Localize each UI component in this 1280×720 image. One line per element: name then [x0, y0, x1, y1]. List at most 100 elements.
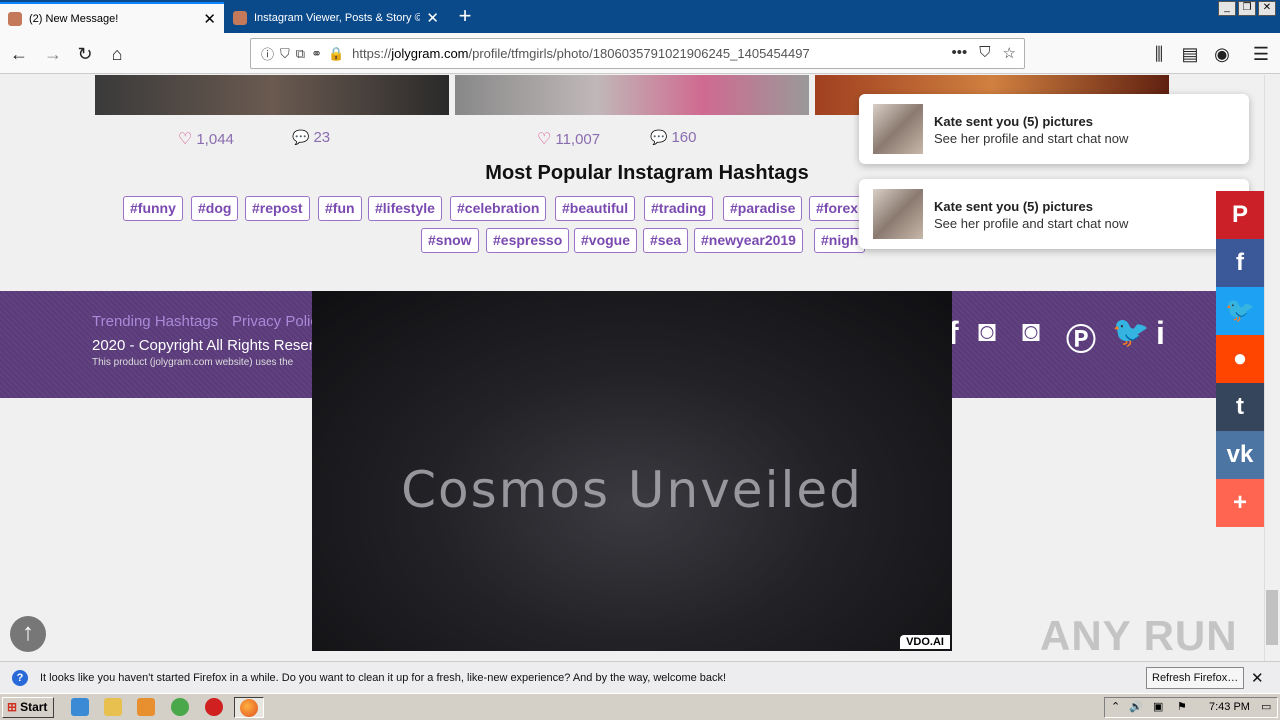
instagram-icon[interactable]: ◙	[978, 315, 996, 349]
close-icon[interactable]: ✕	[1251, 669, 1264, 687]
pinterest-icon: P	[1231, 201, 1248, 228]
notification-title: Kate sent you (5) pictures	[934, 114, 1093, 129]
post-photo[interactable]	[95, 75, 449, 115]
notification-avatar	[873, 189, 923, 239]
minimize-button[interactable]: _	[1218, 1, 1236, 16]
url-text: https://jolygram.com/profile/tfmgirls/ph…	[352, 46, 810, 61]
notification-text: See her profile and start chat now	[934, 131, 1129, 146]
refresh-firefox-button[interactable]: Refresh Firefox…	[1146, 667, 1245, 689]
volume-icon[interactable]: 🔊	[1129, 700, 1143, 713]
footer-link-privacy[interactable]: Privacy Polic	[232, 313, 318, 330]
scroll-to-top-button[interactable]: ↑	[10, 616, 46, 652]
pocket-icon[interactable]: ⛉	[979, 44, 990, 62]
chat-notification[interactable]: Kate sent you (5) pictures See her profi…	[859, 179, 1249, 249]
instagram-favicon-icon	[8, 11, 22, 26]
hashtag-link[interactable]: #dog	[191, 196, 239, 221]
link-icon[interactable]: ⚭	[311, 46, 322, 62]
twitter-icon: 🐦	[1225, 297, 1255, 324]
hashtag-link[interactable]: #fun	[318, 196, 362, 221]
close-tab-icon[interactable]: ✕	[203, 10, 216, 28]
twitter-icon[interactable]: 🐦	[1112, 315, 1149, 350]
hashtag-link[interactable]: #beautiful	[555, 196, 636, 221]
show-desktop-icon[interactable]: ▭	[1261, 700, 1271, 713]
tab-label: (2) New Message!	[29, 12, 119, 25]
close-window-button[interactable]: ✕	[1258, 1, 1276, 16]
bookmark-star-icon[interactable]: ☆	[1003, 44, 1016, 62]
tumblr-share-button[interactable]: t	[1216, 383, 1264, 431]
new-tab-button[interactable]: +	[452, 4, 478, 30]
heart-icon: ♡	[537, 131, 552, 148]
notification-message: It looks like you haven't started Firefo…	[40, 671, 727, 684]
tab-new-message[interactable]: (2) New Message! ✕	[0, 2, 224, 33]
vk-icon: vk	[1226, 441, 1254, 468]
opera-icon[interactable]	[205, 698, 223, 716]
vdo-ai-badge[interactable]: VDO.AI	[900, 635, 950, 649]
tab-instagram-viewer[interactable]: Instagram Viewer, Posts & Story © ✕	[225, 2, 447, 33]
likes-count: 11,007	[555, 130, 601, 148]
firefox-icon	[240, 699, 258, 717]
post-stats: 💬 23	[292, 129, 330, 146]
hashtag-link[interactable]: #repost	[245, 196, 310, 221]
chat-notification[interactable]: Kate sent you (5) pictures See her profi…	[859, 94, 1249, 164]
hashtag-link[interactable]: #forex	[809, 196, 866, 221]
scrollbar-thumb[interactable]	[1266, 590, 1278, 645]
ie-icon[interactable]	[71, 698, 89, 716]
forward-button[interactable]: →	[40, 41, 66, 67]
shield-icon[interactable]: ⛉	[280, 46, 290, 62]
hashtag-link[interactable]: #espresso	[486, 228, 570, 253]
pinterest-icon[interactable]: Ⓟ	[1066, 315, 1096, 359]
instagram-icon[interactable]: ◙	[1022, 315, 1040, 349]
maximize-button[interactable]: ❐	[1238, 1, 1256, 16]
hashtag-link[interactable]: #trading	[644, 196, 714, 221]
hashtag-link[interactable]: #celebration	[450, 196, 547, 221]
hashtag-link[interactable]: #paradise	[723, 196, 803, 221]
video-ad-player[interactable]: Cosmos Unveiled VDO.AI	[312, 291, 952, 651]
tray-expand-icon[interactable]: ⌃	[1111, 700, 1120, 713]
hashtag-link[interactable]: #vogue	[574, 228, 638, 253]
hashtag-link[interactable]: #funny	[123, 196, 183, 221]
more-share-button[interactable]: +	[1216, 479, 1264, 527]
firefox-taskbar-button[interactable]	[234, 697, 264, 718]
facebook-share-button[interactable]: f	[1216, 239, 1264, 287]
start-button[interactable]: ⊞ Start	[2, 697, 54, 718]
permissions-icon[interactable]: ⧉	[296, 46, 305, 62]
hashtag-link[interactable]: #nigh	[814, 228, 866, 253]
twitter-share-button[interactable]: 🐦	[1216, 287, 1264, 335]
network-icon[interactable]: ▣	[1153, 700, 1163, 713]
page-actions-icon[interactable]: •••	[952, 44, 968, 62]
window-controls: _ ❐ ✕	[1218, 1, 1276, 16]
chrome-icon[interactable]	[171, 698, 189, 716]
clock[interactable]: 7:43 PM	[1209, 701, 1250, 713]
explorer-icon[interactable]	[104, 698, 122, 716]
comment-icon: 💬	[292, 129, 310, 145]
info-icon[interactable]: ⓘ	[261, 44, 274, 63]
media-player-icon[interactable]	[137, 698, 155, 716]
menu-icon[interactable]: ☰	[1248, 41, 1274, 67]
reddit-icon: ●	[1232, 345, 1248, 372]
hashtag-link[interactable]: #newyear2019	[694, 228, 803, 253]
flag-icon[interactable]: ⚑	[1177, 700, 1187, 713]
pinterest-share-button[interactable]: P	[1216, 191, 1264, 239]
footer-link-trending[interactable]: Trending Hashtags	[92, 313, 218, 330]
sidebar-icon[interactable]: ▤	[1177, 41, 1203, 67]
post-photo[interactable]	[455, 75, 809, 115]
reload-button[interactable]: ↻	[72, 41, 98, 67]
post-stats: ♡ 11,007	[537, 129, 600, 149]
url-bar[interactable]: ⓘ ⛉ ⧉ ⚭ 🔒 https://jolygram.com/profile/t…	[250, 38, 1025, 69]
close-tab-icon[interactable]: ✕	[426, 9, 439, 27]
page-scrollbar[interactable]	[1264, 75, 1280, 661]
comments-count: 23	[313, 129, 331, 146]
home-button[interactable]: ⌂	[104, 41, 130, 67]
back-button[interactable]: ←	[6, 41, 32, 67]
hashtag-link[interactable]: #lifestyle	[368, 196, 442, 221]
library-icon[interactable]: ⫼	[1146, 41, 1172, 67]
hashtag-link[interactable]: #snow	[421, 228, 479, 253]
hashtag-link[interactable]: #sea	[643, 228, 689, 253]
info-icon[interactable]: i	[1156, 315, 1165, 352]
firefox-notification-bar: ? It looks like you haven't started Fire…	[0, 661, 1280, 693]
reddit-share-button[interactable]: ●	[1216, 335, 1264, 383]
account-icon[interactable]: ◉	[1209, 41, 1235, 67]
lock-icon[interactable]: 🔒	[328, 46, 344, 62]
product-note: This product (jolygram.com website) uses…	[92, 357, 294, 368]
vk-share-button[interactable]: vk	[1216, 431, 1264, 479]
